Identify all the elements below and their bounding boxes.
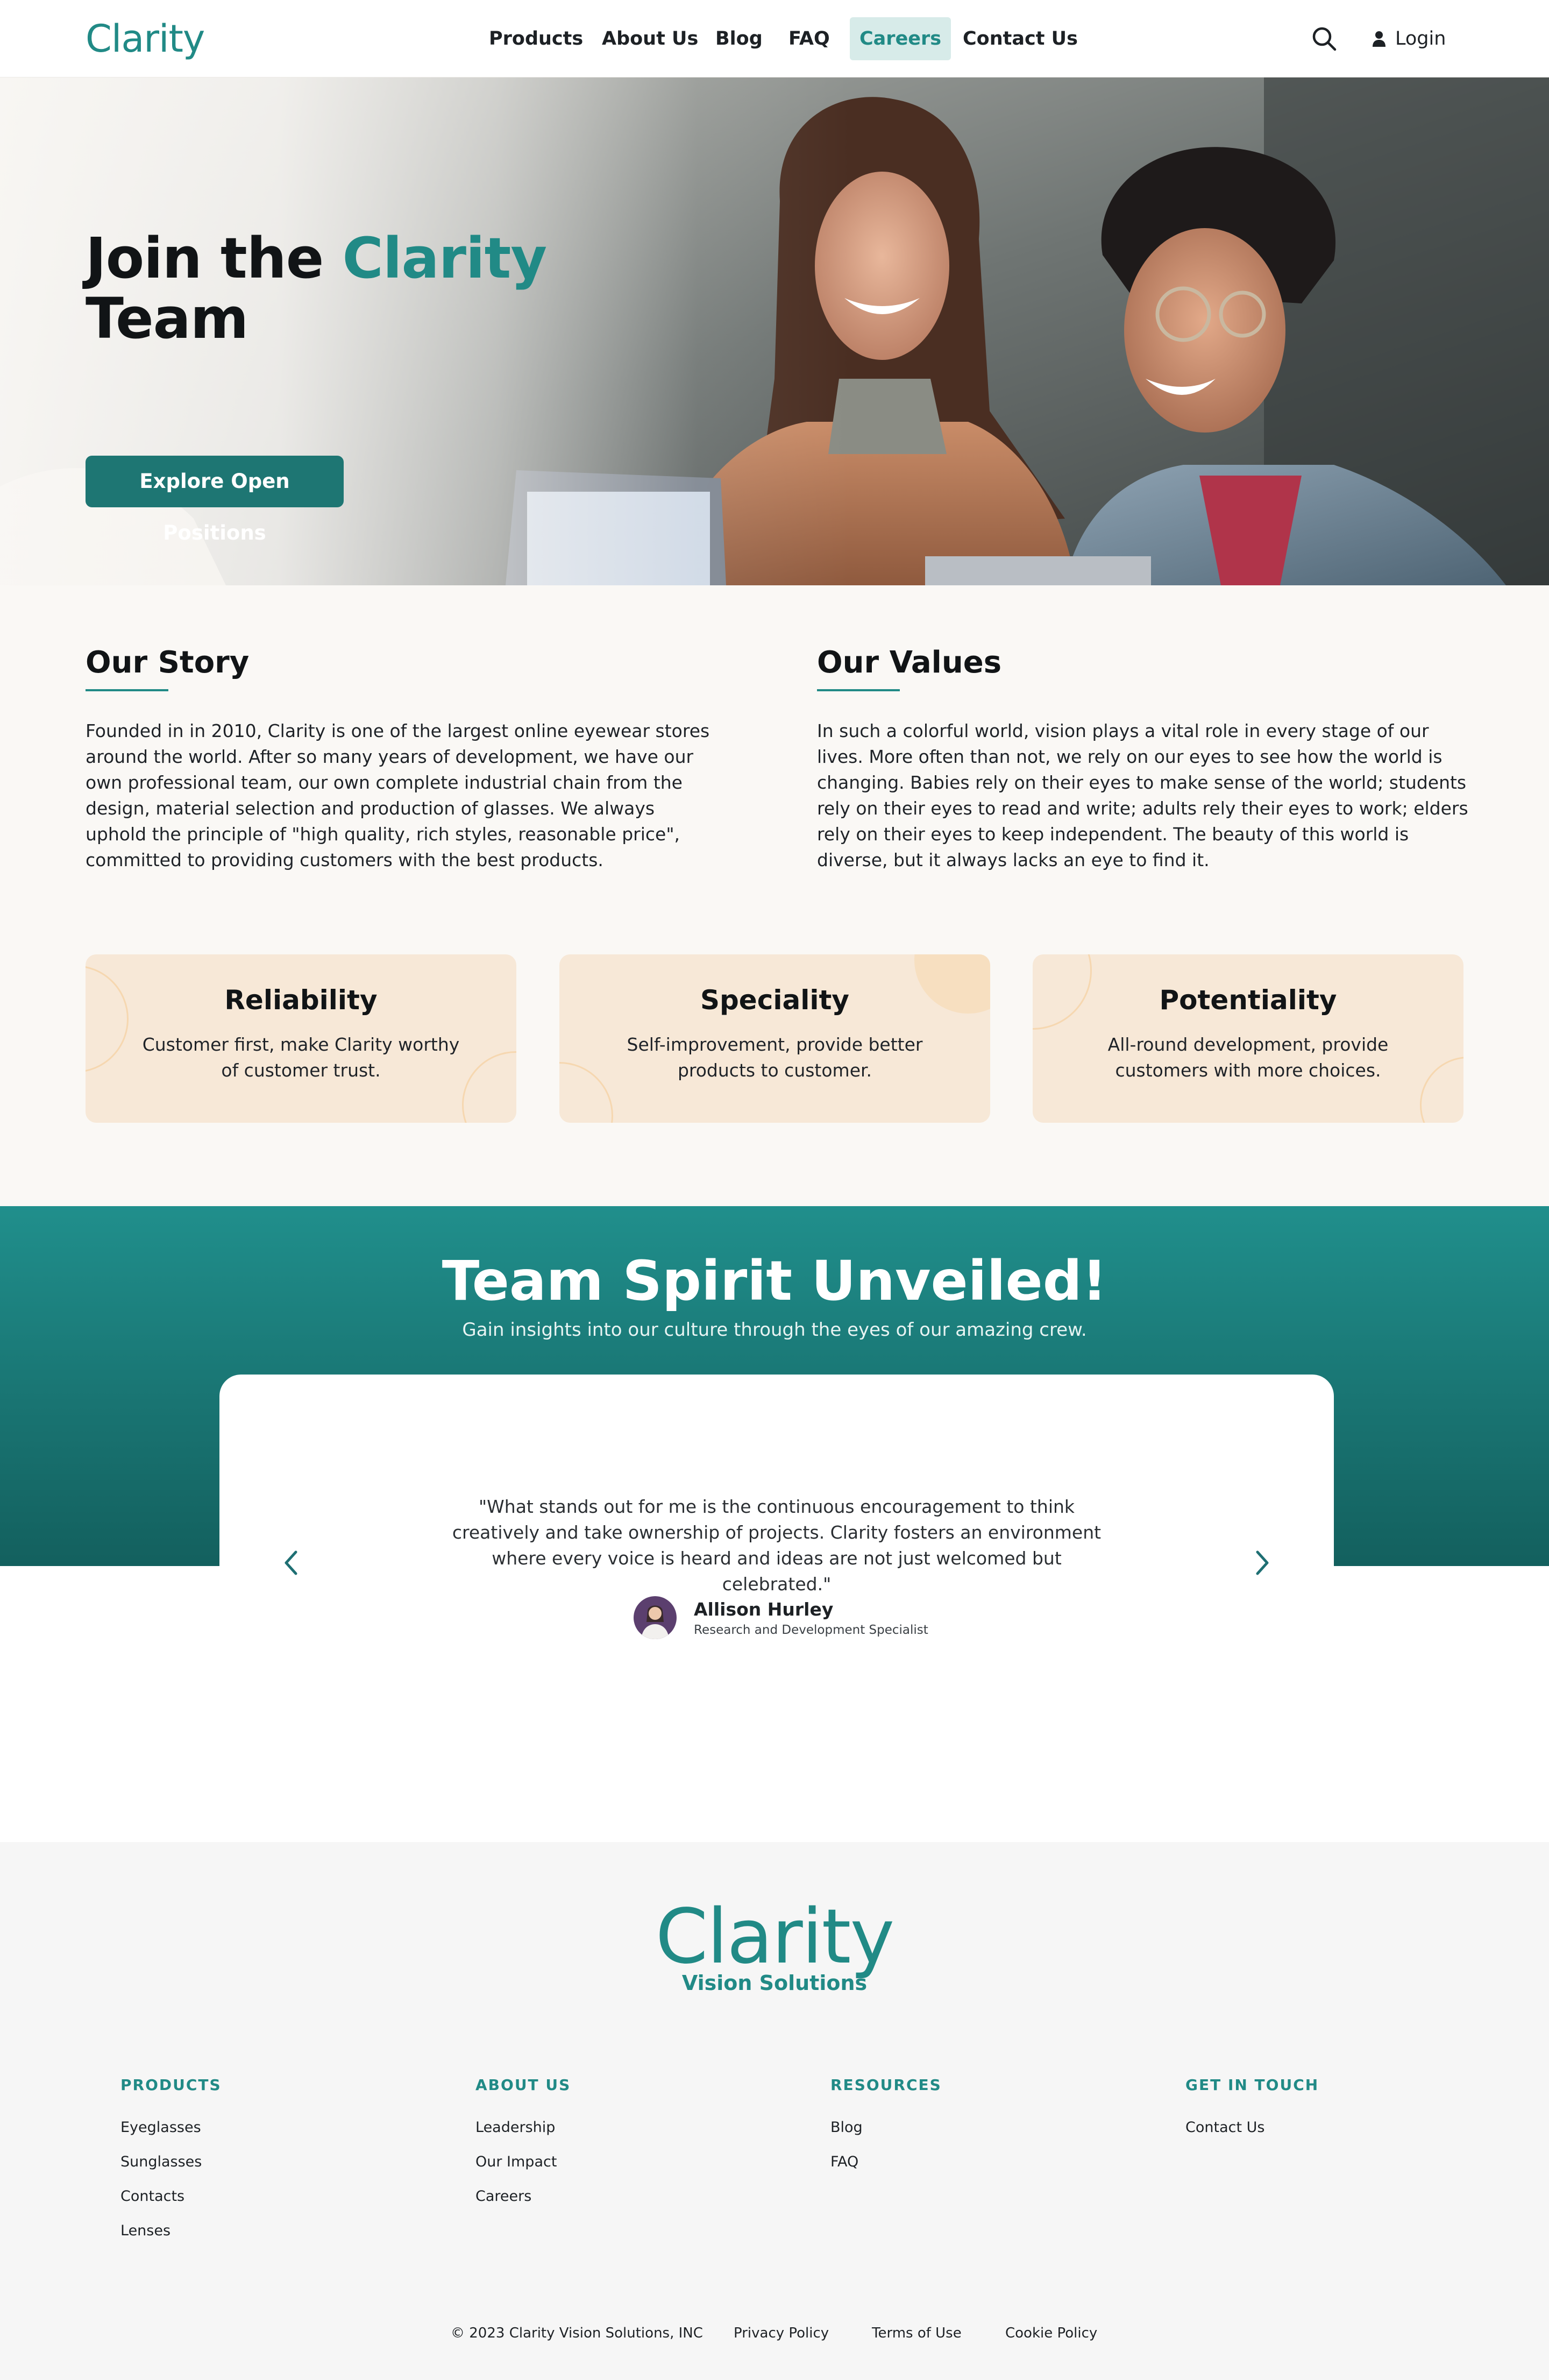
terms-of-use-link[interactable]: Terms of Use xyxy=(872,2325,962,2341)
search-button[interactable] xyxy=(1310,25,1338,53)
value-card-potentiality: Potentiality All-round development, prov… xyxy=(1033,954,1463,1123)
footer-link-faq[interactable]: FAQ xyxy=(830,2145,1153,2179)
testimonial-quote: "What stands out for me is the continuou… xyxy=(452,1496,1102,1595)
value-card-text: All-round development, provide customers… xyxy=(1107,1034,1389,1081)
privacy-policy-link[interactable]: Privacy Policy xyxy=(734,2325,829,2341)
our-values-block: Our Values In such a colorful world, vis… xyxy=(817,644,1470,873)
value-card-title: Speciality xyxy=(700,984,849,1016)
heading-underline xyxy=(86,689,168,691)
footer-logo[interactable]: Clarity xyxy=(0,1894,1549,1980)
our-values-heading: Our Values xyxy=(817,645,1002,680)
footer-column-contact: GET IN TOUCH Contact Us xyxy=(1185,2074,1508,2145)
footer-link-eyeglasses[interactable]: Eyeglasses xyxy=(120,2110,443,2145)
footer-legal-bar: © 2023 Clarity Vision Solutions, INC Pri… xyxy=(0,2325,1549,2347)
footer-column-resources: RESOURCES Blog FAQ xyxy=(830,2074,1153,2179)
value-card-title: Potentiality xyxy=(1159,984,1337,1016)
author-name: Allison Hurley xyxy=(694,1598,834,1620)
card-decoration xyxy=(1420,1057,1463,1123)
value-card-speciality: Speciality Self-improvement, provide bet… xyxy=(559,954,990,1123)
value-card-title: Reliability xyxy=(224,984,378,1016)
card-decoration xyxy=(462,1051,516,1123)
nav-item-careers[interactable]: Careers xyxy=(850,17,951,60)
hero-banner: Join the Clarity Team Explore Open Posit… xyxy=(0,77,1549,585)
footer-column-heading: ABOUT US xyxy=(475,2076,571,2094)
footer-link-lenses[interactable]: Lenses xyxy=(120,2214,443,2248)
site-footer: Clarity Vision Solutions PRODUCTS Eyegla… xyxy=(0,1842,1549,2380)
footer-link-contacts[interactable]: Contacts xyxy=(120,2179,443,2214)
hero-title-accent: Clarity xyxy=(342,225,548,291)
team-spirit-subtitle: Gain insights into our culture through t… xyxy=(462,1319,1087,1341)
testimonial-author: Allison Hurley Research and Development … xyxy=(634,1595,928,1640)
testimonial-card: "What stands out for me is the continuou… xyxy=(219,1375,1334,1719)
footer-tagline: Vision Solutions xyxy=(681,1971,868,1995)
our-story-text: Founded in in 2010, Clarity is one of th… xyxy=(86,720,710,870)
our-story-block: Our Story Founded in in 2010, Clarity is… xyxy=(86,644,720,873)
footer-link-contact-us[interactable]: Contact Us xyxy=(1185,2110,1508,2145)
copyright-text: © 2023 Clarity Vision Solutions, INC xyxy=(451,2325,703,2341)
nav-item-about-us[interactable]: About Us xyxy=(592,17,708,60)
testimonial-prev-button[interactable] xyxy=(279,1547,304,1579)
value-card-text: Self-improvement, provide better product… xyxy=(627,1034,923,1081)
footer-link-leadership[interactable]: Leadership xyxy=(475,2110,798,2145)
cookie-policy-link[interactable]: Cookie Policy xyxy=(1005,2325,1097,2341)
our-values-text: In such a colorful world, vision plays a… xyxy=(817,720,1468,870)
hero-title-suffix: Team xyxy=(86,286,248,351)
footer-column-heading: PRODUCTS xyxy=(120,2076,222,2094)
value-card-reliability: Reliability Customer first, make Clarity… xyxy=(86,954,516,1123)
hero-title-prefix: Join the xyxy=(86,225,324,291)
chevron-right-icon xyxy=(1256,1550,1269,1575)
card-decoration xyxy=(559,1062,613,1123)
story-values-section: Our Story Founded in in 2010, Clarity is… xyxy=(0,585,1549,1207)
footer-link-sunglasses[interactable]: Sunglasses xyxy=(120,2145,443,2179)
search-icon xyxy=(1312,27,1337,51)
nav-item-faq[interactable]: FAQ xyxy=(779,17,840,60)
footer-link-careers[interactable]: Careers xyxy=(475,2179,798,2214)
team-spirit-title: Team Spirit Unveiled! xyxy=(442,1249,1107,1313)
avatar xyxy=(634,1596,677,1639)
our-story-heading: Our Story xyxy=(86,645,250,680)
nav-item-contact-us[interactable]: Contact Us xyxy=(953,17,1088,60)
value-card-text: Customer first, make Clarity worthy of c… xyxy=(142,1034,460,1081)
chevron-left-icon xyxy=(285,1550,297,1575)
hero-title: Join the Clarity Team xyxy=(86,228,570,349)
footer-column-products: PRODUCTS Eyeglasses Sunglasses Contacts … xyxy=(120,2074,443,2248)
site-header: Clarity Products About Us Blog FAQ Caree… xyxy=(0,0,1549,77)
login-button[interactable]: Login xyxy=(1372,24,1446,54)
card-decoration xyxy=(86,965,129,1073)
heading-underline xyxy=(817,689,900,691)
explore-positions-button[interactable]: Explore Open Positions xyxy=(86,456,344,544)
login-label: Login xyxy=(1395,28,1446,49)
author-info: Allison Hurley Research and Development … xyxy=(694,1599,928,1637)
nav-item-blog[interactable]: Blog xyxy=(706,17,772,60)
footer-column-heading: GET IN TOUCH xyxy=(1185,2076,1319,2094)
footer-column-heading: RESOURCES xyxy=(830,2076,942,2094)
footer-column-about: ABOUT US Leadership Our Impact Careers xyxy=(475,2074,798,2214)
user-icon xyxy=(1373,31,1385,47)
footer-link-our-impact[interactable]: Our Impact xyxy=(475,2145,798,2179)
footer-link-blog[interactable]: Blog xyxy=(830,2110,1153,2145)
author-role: Research and Development Specialist xyxy=(694,1623,928,1637)
testimonial-next-button[interactable] xyxy=(1249,1547,1275,1579)
nav-item-products[interactable]: Products xyxy=(479,17,593,60)
